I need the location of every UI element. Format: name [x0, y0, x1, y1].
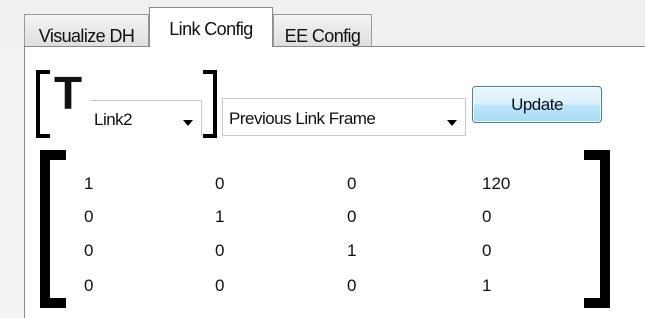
matrix-cell: 0 — [482, 241, 492, 260]
transform-left-bracket — [36, 70, 50, 138]
transform-right-bracket — [203, 70, 217, 138]
matrix-cell: 0 — [215, 241, 225, 260]
matrix-cell: 0 — [347, 174, 357, 193]
matrix-cell: 120 — [482, 174, 511, 193]
transform-symbol: T — [54, 67, 83, 119]
matrix-cell: 0 — [347, 276, 357, 295]
frame-select-value: Previous Link Frame — [229, 109, 376, 128]
frame-select[interactable]: Previous Link Frame — [222, 98, 466, 136]
tab-strip: Visualize DH Link Config EE Config — [0, 0, 645, 47]
window: Visualize DH Link Config EE Config T Lin… — [0, 0, 645, 318]
matrix-cell: 0 — [347, 207, 357, 226]
update-button[interactable]: Update — [472, 86, 602, 123]
matrix-cell: 0 — [482, 207, 492, 226]
matrix-cell: 1 — [347, 241, 357, 260]
matrix-right-bracket — [584, 150, 610, 308]
matrix-cell: 0 — [215, 174, 225, 193]
matrix-cell: 1 — [84, 174, 94, 193]
tab-link-config[interactable]: Link Config — [149, 7, 273, 47]
matrix-left-bracket — [40, 150, 66, 308]
chevron-down-icon — [183, 120, 193, 126]
matrix-cell: 0 — [84, 276, 94, 295]
matrix-cell: 0 — [84, 241, 94, 260]
chevron-down-icon — [447, 120, 457, 126]
matrix-cell: 0 — [215, 276, 225, 295]
matrix-cell: 0 — [84, 207, 94, 226]
link-select[interactable]: Link2 — [90, 100, 202, 136]
tab-ee-config[interactable]: EE Config — [273, 14, 372, 46]
matrix-cell: 1 — [215, 207, 225, 226]
tab-visualize-dh[interactable]: Visualize DH — [24, 14, 149, 46]
link-select-value: Link2 — [94, 110, 133, 129]
matrix-cell: 1 — [482, 276, 492, 295]
